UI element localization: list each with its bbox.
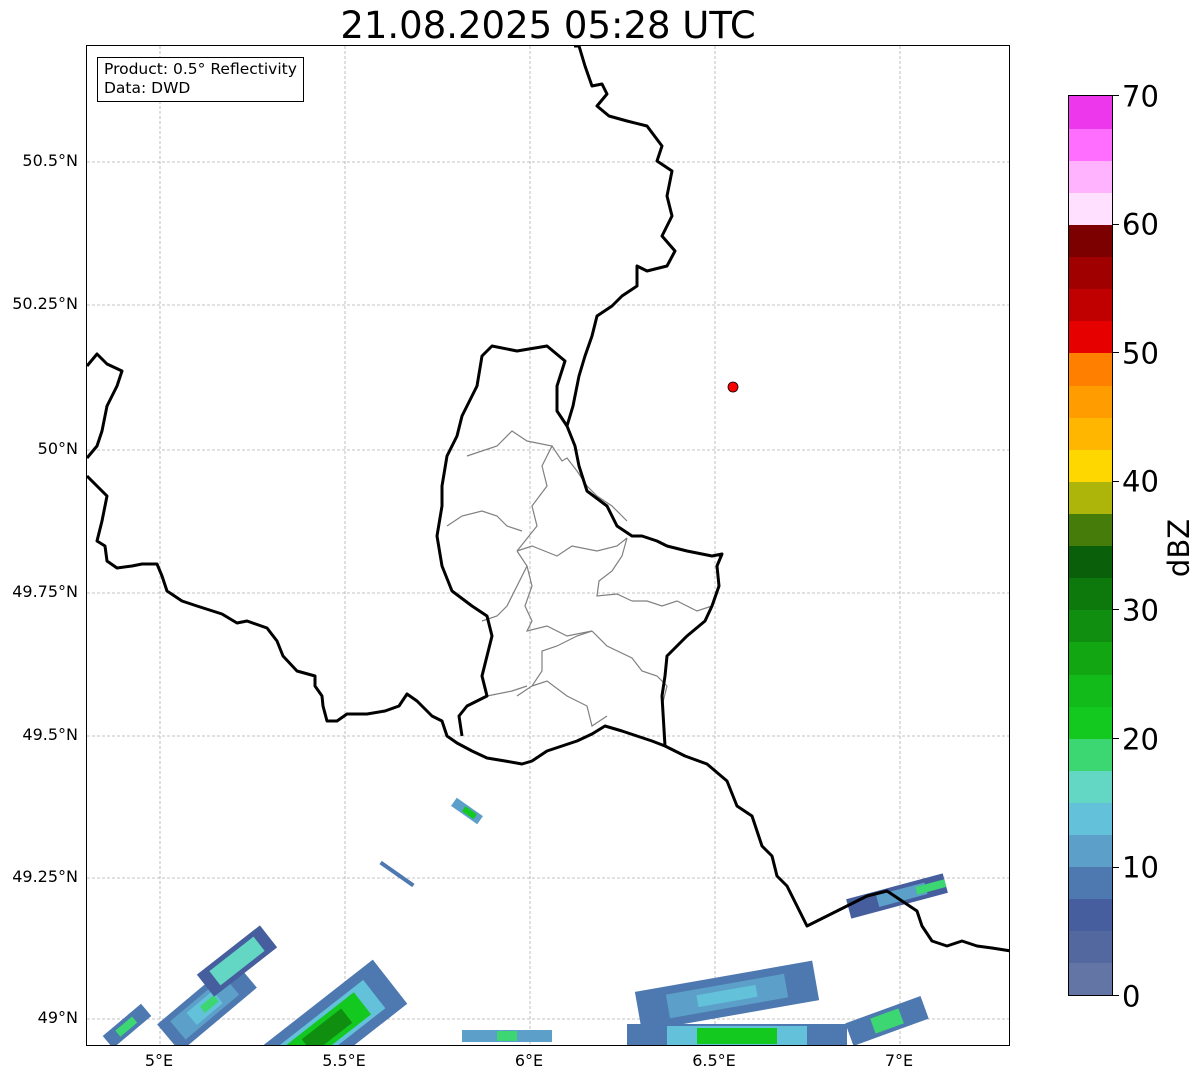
colorbar-segment <box>1069 417 1112 450</box>
map-title: 21.08.2025 05:28 UTC <box>340 4 756 47</box>
data-source-label: Data: DWD <box>104 79 191 97</box>
national-borders <box>87 46 1009 953</box>
colorbar-segment <box>1069 384 1112 418</box>
colorbar-label: 50 <box>1122 336 1159 371</box>
colorbar-segment <box>1069 513 1112 547</box>
colorbar-segment <box>1069 160 1112 193</box>
product-info-box: Product: 0.5° Reflectivity Data: DWD <box>97 57 304 102</box>
colorbar-segment <box>1069 256 1112 290</box>
colorbar-segment <box>1069 770 1112 803</box>
colorbar <box>1068 95 1113 996</box>
colorbar-label: 60 <box>1122 207 1159 242</box>
lon-label: 6.5°E <box>692 1051 736 1070</box>
map-area[interactable] <box>86 45 1010 1046</box>
colorbar-tick <box>1113 738 1119 739</box>
colorbar-segment <box>1069 802 1112 836</box>
canton-boundaries <box>446 430 713 727</box>
lat-label: 49.5°N <box>22 725 78 744</box>
colorbar-label: 30 <box>1122 593 1159 628</box>
colorbar-segment <box>1069 224 1112 258</box>
colorbar-segment <box>1069 962 1112 995</box>
colorbar-tick <box>1113 352 1119 353</box>
colorbar-segment <box>1069 641 1112 675</box>
colorbar-segment <box>1069 96 1112 129</box>
lat-label: 50.5°N <box>22 151 78 170</box>
lon-label: 6°E <box>514 1051 544 1070</box>
colorbar-segment <box>1069 898 1112 932</box>
colorbar-segment <box>1069 545 1112 579</box>
lon-label: 5°E <box>144 1051 174 1070</box>
colorbar-segment <box>1069 288 1112 322</box>
colorbar-segment <box>1069 128 1112 161</box>
lon-label: 5.5°E <box>322 1051 366 1070</box>
colorbar-segment <box>1069 609 1112 643</box>
colorbar-segment <box>1069 673 1112 707</box>
colorbar-label: 70 <box>1122 79 1159 114</box>
colorbar-segment <box>1069 738 1112 771</box>
colorbar-segment <box>1069 577 1112 611</box>
colorbar-tick <box>1113 995 1119 996</box>
lat-label: 49.25°N <box>12 867 78 886</box>
lon-label: 7°E <box>884 1051 914 1070</box>
lat-label: 50°N <box>37 439 78 458</box>
colorbar-tick <box>1113 609 1119 610</box>
colorbar-segment <box>1069 706 1112 739</box>
colorbar-segment <box>1069 930 1112 964</box>
product-label: Product: 0.5° Reflectivity <box>104 60 297 78</box>
colorbar-label: 40 <box>1122 464 1159 499</box>
colorbar-segment <box>1069 352 1112 386</box>
colorbar-segment <box>1069 449 1112 482</box>
colorbar-label: 20 <box>1122 722 1159 757</box>
colorbar-segment <box>1069 320 1112 354</box>
colorbar-segment <box>1069 866 1112 900</box>
lat-label: 49°N <box>37 1008 78 1027</box>
colorbar-unit: dBZ <box>1162 518 1196 578</box>
colorbar-tick <box>1113 95 1119 96</box>
colorbar-segment <box>1069 481 1112 514</box>
colorbar-tick <box>1113 224 1119 225</box>
lat-label: 50.25°N <box>12 294 78 313</box>
radar-echoes <box>102 797 948 1045</box>
colorbar-label: 0 <box>1122 979 1141 1014</box>
colorbar-tick <box>1113 481 1119 482</box>
colorbar-label: 10 <box>1122 850 1159 885</box>
map-canvas <box>87 46 1009 1045</box>
colorbar-tick <box>1113 867 1119 868</box>
colorbar-segment <box>1069 834 1112 868</box>
colorbar-segment <box>1069 192 1112 226</box>
radar-site-marker[interactable] <box>727 381 739 393</box>
lat-label: 49.75°N <box>12 582 78 601</box>
